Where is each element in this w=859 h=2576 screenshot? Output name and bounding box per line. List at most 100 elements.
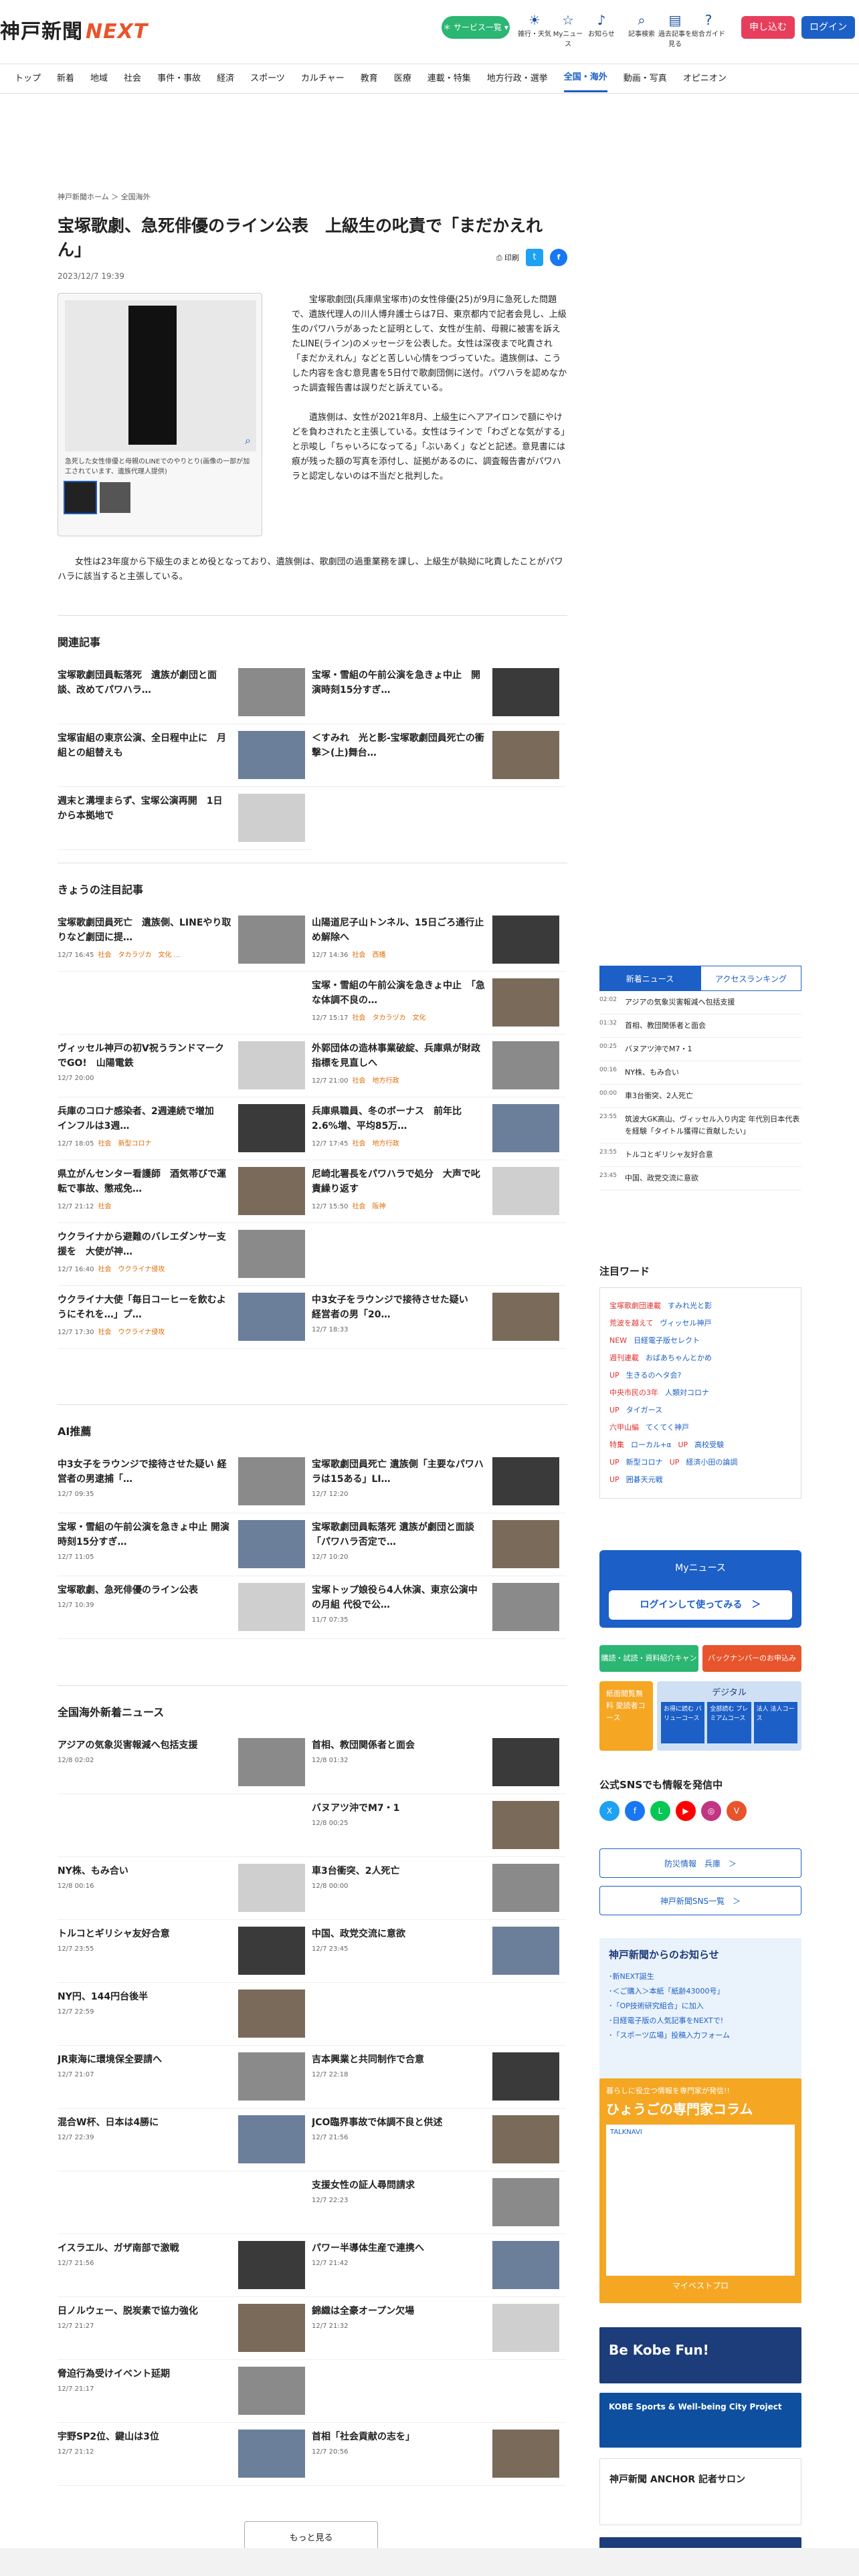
ranking-item[interactable]: 00:25 バヌアツ沖でM7・1 — [599, 1038, 801, 1061]
thumbnail[interactable] — [64, 481, 97, 514]
item-title[interactable]: 宝塚歌劇団員転落死 遺族が劇団と面談、改めてパワハラ… — [58, 668, 231, 697]
list-item[interactable]: 宝塚歌劇団員転落死 遺族が劇団と面談「パワハラ否定で… 12/7 10:20 — [312, 1513, 566, 1576]
keyword-link[interactable]: 高校受験 — [694, 1440, 724, 1449]
item-thumbnail[interactable] — [238, 1457, 305, 1505]
keyword-link[interactable]: すみれ光と影 — [668, 1301, 712, 1310]
nav-item[interactable]: 新着 — [57, 64, 74, 94]
ranking-title[interactable]: 筑波大GK高山、ヴィッセル入り内定 年代別日本代表を経験「タイトル獲得に貢献した… — [625, 1113, 801, 1138]
list-item[interactable]: 兵庫のコロナ感染者、2週連続で増加 インフルは3週… 12/7 18:05 社会 新… — [58, 1097, 312, 1160]
notice-item[interactable]: ･日経電子版の人気記事をNEXTで! — [609, 2014, 792, 2028]
item-thumbnail[interactable] — [238, 668, 305, 716]
item-thumbnail[interactable] — [238, 1990, 305, 2038]
book-icon[interactable]: ▤ 過去記事を見る — [658, 12, 692, 48]
item-title[interactable]: ＜すみれ 光と影-宝塚歌劇団員死亡の衝撃＞(上)舞台… — [312, 731, 486, 760]
item-thumbnail[interactable] — [492, 2430, 559, 2478]
value-course-button[interactable]: お得に読む バリューコース — [661, 1702, 705, 1743]
list-item[interactable]: ＜すみれ 光と影-宝塚歌劇団員死亡の衝撃＞(上)舞台… — [312, 724, 566, 787]
item-title[interactable]: トルコとギリシャ友好合意 — [58, 1927, 231, 1941]
item-thumbnail[interactable] — [238, 1583, 305, 1631]
item-thumbnail[interactable] — [492, 1520, 559, 1568]
item-title[interactable]: バヌアツ沖でM7・1 — [312, 1801, 486, 1816]
list-item[interactable]: 脅迫行為受けイベント延期 12/7 21:17 — [58, 2360, 312, 2423]
item-tags[interactable]: 社会 — [98, 1203, 111, 1210]
ranking-title[interactable]: 首相、教団関係者と面会 — [625, 1020, 801, 1032]
free-course-banner[interactable]: 紙面閲覧無料 愛読者コース — [599, 1681, 653, 1751]
anchor-banner[interactable]: 神戸新聞 ANCHOR 記者サロン — [599, 2458, 801, 2525]
voicy-icon[interactable]: V — [727, 1801, 747, 1821]
list-item[interactable]: 宝塚・雪組の午前公演を急きょ中止 開演時刻15分すぎ… 12/7 11:05 — [58, 1513, 312, 1576]
item-thumbnail[interactable] — [492, 1927, 559, 1975]
facebook-icon[interactable]: f — [625, 1801, 645, 1821]
item-title[interactable]: 宝塚歌劇団員死亡 遺族側「主要なパワハラは15ある」LI… — [312, 1457, 486, 1487]
tab-access-ranking[interactable]: アクセスランキング — [700, 966, 801, 991]
item-thumbnail[interactable] — [238, 916, 305, 964]
item-thumbnail[interactable] — [492, 1864, 559, 1912]
item-title[interactable]: ウクライナから避難のバレエダンサー支援を 大使が神… — [58, 1230, 231, 1259]
item-thumbnail[interactable] — [492, 1738, 559, 1786]
item-thumbnail[interactable] — [238, 731, 305, 779]
list-item[interactable]: パワー半導体生産で連携へ 12/7 21:42 — [312, 2234, 566, 2297]
item-title[interactable]: 日ノルウェー、脱炭素で協力強化 — [58, 2304, 231, 2319]
item-title[interactable]: 宝塚歌劇、急死俳優のライン公表 — [58, 1583, 231, 1598]
list-item[interactable]: 宝塚宙組の東京公演、全日程中止に 月組との組替えも — [58, 724, 312, 787]
item-title[interactable]: 山陽道尼子山トンネル、15日ごろ通行止め解除へ — [312, 916, 486, 945]
item-thumbnail[interactable] — [492, 1167, 559, 1215]
list-item[interactable]: 宝塚・雪組の午前公演を急きょ中止 「急な体調不良の… 12/7 15:17 社会 タ… — [312, 972, 566, 1035]
list-item[interactable]: 宝塚歌劇、急死俳優のライン公表 12/7 10:39 — [58, 1576, 312, 1639]
item-thumbnail[interactable] — [238, 1041, 305, 1089]
ranking-title[interactable]: 中国、政党交流に意欲 — [625, 1172, 801, 1184]
item-thumbnail[interactable] — [492, 2178, 559, 2226]
item-thumbnail[interactable] — [238, 2115, 305, 2163]
expert-column-banner[interactable]: 暮らしに役立つ情報を専門家が発信!! ひょうごの専門家コラム TALKNAVI … — [599, 2078, 801, 2303]
list-item[interactable]: アジアの気象災害報減へ包括支援 12/8 02:02 — [58, 1731, 312, 1794]
nav-item[interactable]: 地方行政・選挙 — [487, 64, 548, 94]
nav-item[interactable]: トップ — [15, 64, 41, 94]
nav-item[interactable]: 全国・海外 — [563, 65, 607, 92]
keyword-link[interactable]: 荒波を越えて — [609, 1319, 653, 1327]
login-button[interactable]: ログイン — [801, 16, 855, 39]
item-thumbnail[interactable] — [238, 1104, 305, 1152]
article-figure[interactable]: ⌕ 急死した女性俳優と母親のLINEでのやりとり(画像の一部が加工されています、… — [58, 293, 262, 536]
item-title[interactable]: 首相、教団関係者と面会 — [312, 1738, 486, 1753]
item-thumbnail[interactable] — [492, 2052, 559, 2101]
item-thumbnail[interactable] — [238, 1167, 305, 1215]
nav-item[interactable]: 動画・写真 — [624, 64, 667, 94]
premium-course-button[interactable]: 全部読む プレミアムコース — [707, 1702, 751, 1743]
list-item[interactable]: 混合W杯、日本は4勝に 12/7 22:39 — [58, 2109, 312, 2171]
item-title[interactable]: 混合W杯、日本は4勝に — [58, 2115, 231, 2130]
list-item[interactable]: 山陽道尼子山トンネル、15日ごろ通行止め解除へ 12/7 14:36 社会 西播 — [312, 909, 566, 972]
ranking-title[interactable]: 車3台衝突、2人死亡 — [625, 1090, 801, 1102]
item-title[interactable]: 宝塚・雪組の午前公演を急きょ中止 「急な体調不良の… — [312, 978, 486, 1008]
item-title[interactable]: 宝塚トップ娘役ら4人休演、東京公演中の月組 代役で公… — [312, 1583, 486, 1612]
item-title[interactable]: 宇野SP2位、鍵山は3位 — [58, 2430, 231, 2444]
item-thumbnail[interactable] — [238, 1738, 305, 1786]
keyword-link[interactable]: NEW — [609, 1336, 627, 1345]
item-tags[interactable]: 社会 ウクライナ侵攻 — [98, 1329, 165, 1336]
sns-list-button[interactable]: 神戸新聞SNS一覧 ＞ — [599, 1886, 801, 1915]
item-tags[interactable]: 社会 地方行政 — [352, 1140, 399, 1148]
item-thumbnail[interactable] — [492, 1801, 559, 1849]
print-icon[interactable]: ⎙ 印刷 — [496, 252, 519, 263]
item-tags[interactable]: 社会 阪神 — [352, 1203, 385, 1210]
list-item[interactable]: 宇野SP2位、鍵山は3位 12/7 21:12 — [58, 2423, 312, 2486]
tab-new-news[interactable]: 新着ニュース — [599, 966, 700, 991]
list-item[interactable]: 中3女子をラウンジで接待させた疑い 経営者の男「20… 12/7 18:33 — [312, 1286, 566, 1349]
service-list-button[interactable]: ＊ サービス一覧 ▾ — [442, 16, 510, 39]
item-title[interactable]: 宝塚・雪組の午前公演を急きょ中止 開演時刻15分すぎ… — [58, 1520, 231, 1549]
item-tags[interactable]: 社会 タカラヅカ 文化 … — [98, 952, 180, 959]
item-thumbnail[interactable] — [238, 1230, 305, 1278]
item-thumbnail[interactable] — [492, 731, 559, 779]
item-thumbnail[interactable] — [492, 2241, 559, 2289]
item-title[interactable]: 錦織は全豪オープン欠場 — [312, 2304, 486, 2319]
thumbnail[interactable] — [100, 482, 130, 513]
list-item[interactable]: 宝塚歌劇団員死亡 遺族側「主要なパワハラは15ある」LI… 12/7 12:20 — [312, 1451, 566, 1513]
item-title[interactable]: 車3台衝突、2人死亡 — [312, 1864, 486, 1879]
ranking-item[interactable]: 02:02 アジアの気象災害報減へ包括支援 — [599, 991, 801, 1014]
item-title[interactable]: アジアの気象災害報減へ包括支援 — [58, 1738, 231, 1753]
list-item[interactable]: 兵庫県職員、冬のボーナス 前年比2.6%増、平均85万… 12/7 17:45 社会… — [312, 1097, 566, 1160]
item-title[interactable]: 兵庫のコロナ感染者、2週連続で増加 インフルは3週… — [58, 1104, 231, 1134]
list-item[interactable]: 日ノルウェー、脱炭素で協力強化 12/7 21:27 — [58, 2297, 312, 2360]
keyword-link[interactable]: UP — [670, 1458, 680, 1467]
list-item[interactable]: 週末と溝埋まらず、宝塚公演再開 1日から本拠地で — [58, 787, 312, 850]
ranking-title[interactable]: バヌアツ沖でM7・1 — [625, 1043, 801, 1055]
